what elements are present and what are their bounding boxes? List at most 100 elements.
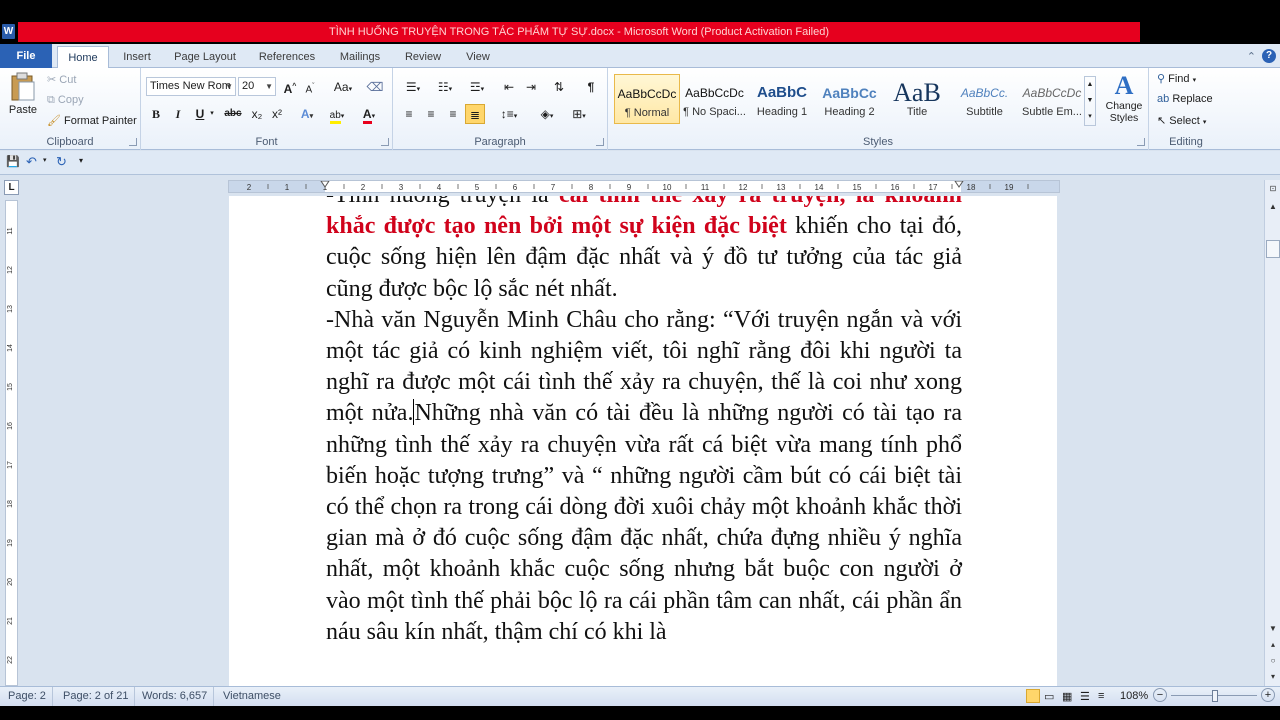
paragraph-2[interactable]: -Nhà văn Nguyễn Minh Châu cho rằng: “Với… — [326, 305, 962, 648]
view-ruler-icon[interactable]: ⊡ — [1266, 182, 1280, 196]
sort-button[interactable]: ⇅ — [549, 77, 569, 97]
page-indicator[interactable]: Page: 2 — [2, 687, 53, 706]
document-text[interactable]: -Tình huống truyện là cái tình thế xảy r… — [326, 196, 962, 648]
paste-button[interactable]: Paste — [6, 72, 40, 124]
show-marks-button[interactable]: ¶ — [581, 77, 601, 97]
help-icon[interactable]: ? — [1262, 49, 1276, 63]
text-effects-icon: A — [300, 107, 310, 121]
zoom-out-button[interactable]: − — [1153, 688, 1167, 702]
tab-home[interactable]: Home — [57, 46, 109, 69]
undo-dropdown-icon[interactable]: ▾ — [43, 156, 47, 164]
styles-launcher-icon[interactable] — [1137, 138, 1145, 146]
font-color-button[interactable]: A▾ — [357, 104, 381, 124]
tab-page-layout[interactable]: Page Layout — [166, 46, 244, 68]
copy-button[interactable]: ⧉ Copy — [47, 94, 84, 107]
vertical-scrollbar[interactable]: ⊡ ▲ ▼ ▴ ○ ▾ — [1264, 180, 1280, 686]
font-family-select[interactable]: Times New Rom ▼ — [146, 77, 236, 96]
underline-button[interactable]: U — [190, 104, 210, 124]
customize-qat-icon[interactable]: ▾ — [79, 156, 83, 165]
paragraph-1[interactable]: -Tình huống truyện là cái tình thế xảy r… — [326, 196, 962, 305]
gallery-scroll[interactable]: ▲ ▼ ▾ — [1084, 76, 1096, 126]
full-screen-reading-icon[interactable]: ▭ — [1044, 690, 1054, 703]
underline-dropdown-icon[interactable]: ▾ — [208, 104, 216, 124]
style-heading-1[interactable]: AaBbC Heading 1 — [749, 74, 815, 124]
shading-button[interactable]: ◈▾ — [533, 104, 561, 124]
page[interactable]: -Tình huống truyện là cái tình thế xảy r… — [229, 196, 1057, 686]
tab-file[interactable]: File — [0, 44, 52, 68]
style-sample: AaBbCc. — [960, 86, 1009, 100]
scroll-up-icon[interactable]: ▲ — [1266, 200, 1280, 214]
line-spacing-icon: ↕≡ — [500, 107, 514, 121]
clear-formatting-button[interactable]: ⌫ — [365, 77, 385, 97]
line-spacing-button[interactable]: ↕≡▾ — [495, 104, 523, 124]
zoom-level[interactable]: 108% — [1120, 690, 1148, 702]
repeat-icon[interactable]: ↻ — [56, 154, 67, 170]
font-size-select[interactable]: 20 ▼ — [238, 77, 276, 96]
shrink-font-button[interactable]: Aˇ — [300, 77, 320, 97]
save-icon[interactable]: 💾 — [6, 155, 20, 168]
document-area[interactable]: -Tình huống truyện là cái tình thế xảy r… — [22, 196, 1264, 686]
tab-selector[interactable]: L — [4, 180, 19, 195]
page-count[interactable]: Page: 2 of 21 — [57, 687, 136, 706]
print-layout-view-icon[interactable] — [1026, 689, 1040, 703]
scroll-thumb[interactable] — [1266, 240, 1280, 258]
select-browse-object-icon[interactable]: ○ — [1266, 654, 1280, 668]
align-left-button[interactable]: ≡ — [399, 104, 419, 124]
previous-page-icon[interactable]: ▴ — [1266, 638, 1280, 652]
draft-view-icon[interactable]: ≡ — [1098, 690, 1104, 702]
format-painter-button[interactable]: 🖌 Format Painter — [47, 114, 137, 127]
style-normal[interactable]: AaBbCcDc ¶ Normal — [614, 74, 680, 124]
increase-indent-button[interactable]: ⇥ — [521, 77, 541, 97]
outline-view-icon[interactable]: ☰ — [1080, 690, 1090, 703]
replace-button[interactable]: ab Replace — [1157, 93, 1213, 105]
right-indent-marker[interactable] — [954, 181, 964, 188]
style-subtitle[interactable]: AaBbCc. Subtitle — [952, 74, 1018, 124]
tab-review[interactable]: Review — [396, 46, 450, 68]
zoom-in-button[interactable]: + — [1261, 688, 1275, 702]
bold-button[interactable]: B — [146, 104, 166, 124]
language-indicator[interactable]: Vietnamese — [217, 687, 287, 706]
subscript-button[interactable]: x₂ — [247, 104, 267, 124]
style-title[interactable]: AaB Title — [884, 74, 950, 124]
undo-icon[interactable]: ↶ — [26, 154, 37, 170]
web-layout-icon[interactable]: ▦ — [1062, 690, 1072, 703]
clipboard-launcher-icon[interactable] — [129, 138, 137, 146]
horizontal-ruler[interactable]: 2112345678910111213141516171819 — [228, 180, 1060, 193]
align-right-button[interactable]: ≡ — [443, 104, 463, 124]
justify-button[interactable]: ≣ — [465, 104, 485, 124]
zoom-slider-thumb[interactable] — [1211, 690, 1218, 702]
change-case-button[interactable]: Aa▾ — [330, 77, 356, 97]
style-heading-2[interactable]: AaBbCc Heading 2 — [817, 74, 883, 124]
cut-button[interactable]: ✂ Cut — [47, 73, 76, 86]
scroll-down-icon[interactable]: ▼ — [1266, 622, 1280, 636]
select-button[interactable]: ↖ Select ▾ — [1157, 114, 1206, 127]
borders-button[interactable]: ⊞▾ — [565, 104, 593, 124]
font-launcher-icon[interactable] — [381, 138, 389, 146]
italic-button[interactable]: I — [168, 104, 188, 124]
grow-font-button[interactable]: A^ — [280, 77, 300, 97]
word-count[interactable]: Words: 6,657 — [136, 687, 215, 706]
superscript-button[interactable]: x² — [267, 104, 287, 124]
strikethrough-button[interactable]: abc — [221, 104, 245, 124]
style-subtle-em[interactable]: AaBbCcDc Subtle Em... — [1019, 74, 1085, 124]
tab-insert[interactable]: Insert — [112, 46, 162, 68]
text-effects-button[interactable]: A▾ — [297, 104, 317, 124]
bullets-button[interactable]: ☰▾ — [399, 77, 427, 97]
word-app-icon[interactable]: W — [2, 24, 15, 39]
copy-icon: ⧉ — [47, 94, 55, 106]
style-no-spaci[interactable]: AaBbCcDc ¶ No Spaci... — [682, 74, 748, 124]
decrease-indent-button[interactable]: ⇤ — [499, 77, 519, 97]
highlight-button[interactable]: ab▾ — [325, 104, 349, 124]
tab-mailings[interactable]: Mailings — [330, 46, 390, 68]
vertical-ruler[interactable]: 11 12 13 14 15 16 17 18 19 20 21 22 — [5, 200, 18, 686]
tab-view[interactable]: View — [456, 46, 500, 68]
paragraph-launcher-icon[interactable] — [596, 138, 604, 146]
tab-references[interactable]: References — [250, 46, 324, 68]
next-page-icon[interactable]: ▾ — [1266, 670, 1280, 684]
multilevel-list-button[interactable]: ☲▾ — [463, 77, 491, 97]
minimize-ribbon-icon[interactable]: ⌃ — [1247, 50, 1256, 63]
numbering-button[interactable]: ☷▾ — [431, 77, 459, 97]
change-styles-button[interactable]: A Change Styles — [1102, 72, 1146, 125]
find-button[interactable]: ⚲ Find ▾ — [1157, 72, 1196, 85]
align-center-button[interactable]: ≡ — [421, 104, 441, 124]
